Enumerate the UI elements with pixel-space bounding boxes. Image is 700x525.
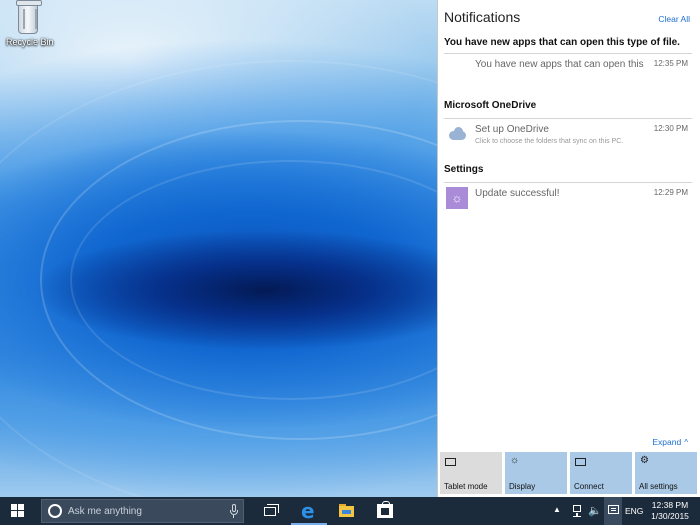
store-button[interactable] xyxy=(365,497,405,525)
notification-group-title: You have new apps that can open this typ… xyxy=(444,37,680,48)
tablet-mode-icon xyxy=(445,456,456,466)
network-icon[interactable] xyxy=(571,503,587,519)
expand-label: Expand xyxy=(652,437,682,447)
edge-icon: e xyxy=(301,499,315,523)
settings-gear-icon: ☼ xyxy=(446,187,468,209)
expand-button[interactable]: Expand ^ xyxy=(652,437,688,447)
notification-time: 12:30 PM xyxy=(653,124,688,133)
input-language[interactable]: ENG xyxy=(625,506,643,525)
quick-action-label: Tablet mode xyxy=(444,482,488,491)
clear-all-link[interactable]: Clear All xyxy=(658,14,690,24)
notification-subtitle: Click to choose the folders that sync on… xyxy=(475,138,624,145)
search-placeholder: Ask me anything xyxy=(68,506,142,517)
search-input[interactable]: Ask me anything xyxy=(41,499,244,523)
notification-group-title: Settings xyxy=(444,164,484,175)
divider xyxy=(444,182,692,183)
clock[interactable]: 12:38 PM 1/30/2015 xyxy=(647,500,693,525)
cloud-icon xyxy=(446,123,468,145)
notification-time: 12:35 PM xyxy=(653,59,688,68)
quick-action-label: Connect xyxy=(574,482,604,491)
volume-icon[interactable]: 🔈 xyxy=(588,504,602,525)
notification-item[interactable]: ☼ Update successful! 12:29 PM xyxy=(444,185,692,221)
taskbar: Ask me anything e ▲ 🔈 ENG 12:38 PM 1/30/… xyxy=(0,497,700,525)
windows-logo-icon xyxy=(11,504,25,518)
notification-time: 12:29 PM xyxy=(653,188,688,197)
notification-icon xyxy=(608,505,619,514)
divider xyxy=(444,53,692,54)
notification-title: You have new apps that can open this xyxy=(475,59,644,70)
edge-button[interactable]: e xyxy=(289,497,329,525)
desktop-icon-recycle-bin[interactable]: Recycle Bin xyxy=(6,0,54,47)
recycle-bin-icon xyxy=(16,0,42,34)
action-center-title: Notifications xyxy=(444,9,521,25)
quick-action-label: Display xyxy=(509,482,536,491)
microphone-icon[interactable] xyxy=(230,504,238,518)
quick-actions: Tablet mode ☼ Display Connect ⚙ All sett… xyxy=(440,452,700,494)
notification-title: Update successful! xyxy=(475,188,560,199)
chevron-up-icon: ^ xyxy=(684,438,688,447)
task-view-button[interactable] xyxy=(251,497,291,525)
notification-title: Set up OneDrive xyxy=(475,124,549,135)
store-icon xyxy=(377,501,393,518)
quick-action-connect[interactable]: Connect xyxy=(570,452,632,494)
quick-action-display[interactable]: ☼ Display xyxy=(505,452,567,494)
action-center-header: Notifications Clear All xyxy=(444,9,690,29)
desktop-icon-label: Recycle Bin xyxy=(6,37,54,47)
start-button[interactable] xyxy=(0,497,38,525)
show-hidden-icons-button[interactable]: ▲ xyxy=(553,505,561,525)
divider xyxy=(444,118,692,119)
display-icon: ☼ xyxy=(510,455,520,466)
clock-date: 1/30/2015 xyxy=(651,511,689,521)
action-center-panel: Notifications Clear All You have new app… xyxy=(437,0,700,497)
notification-item[interactable]: Set up OneDrive Click to choose the fold… xyxy=(444,121,692,157)
file-explorer-button[interactable] xyxy=(326,497,366,525)
connect-icon xyxy=(575,456,586,466)
gear-icon: ⚙ xyxy=(640,455,649,466)
quick-action-all-settings[interactable]: ⚙ All settings xyxy=(635,452,697,494)
cortana-icon xyxy=(48,504,62,518)
notification-item[interactable]: You have new apps that can open this 12:… xyxy=(444,56,692,92)
clock-time: 12:38 PM xyxy=(651,500,689,510)
quick-action-label: All settings xyxy=(639,482,678,491)
notification-group-title: Microsoft OneDrive xyxy=(444,100,537,111)
action-center-button[interactable] xyxy=(604,497,622,525)
quick-action-tablet-mode[interactable]: Tablet mode xyxy=(440,452,502,494)
